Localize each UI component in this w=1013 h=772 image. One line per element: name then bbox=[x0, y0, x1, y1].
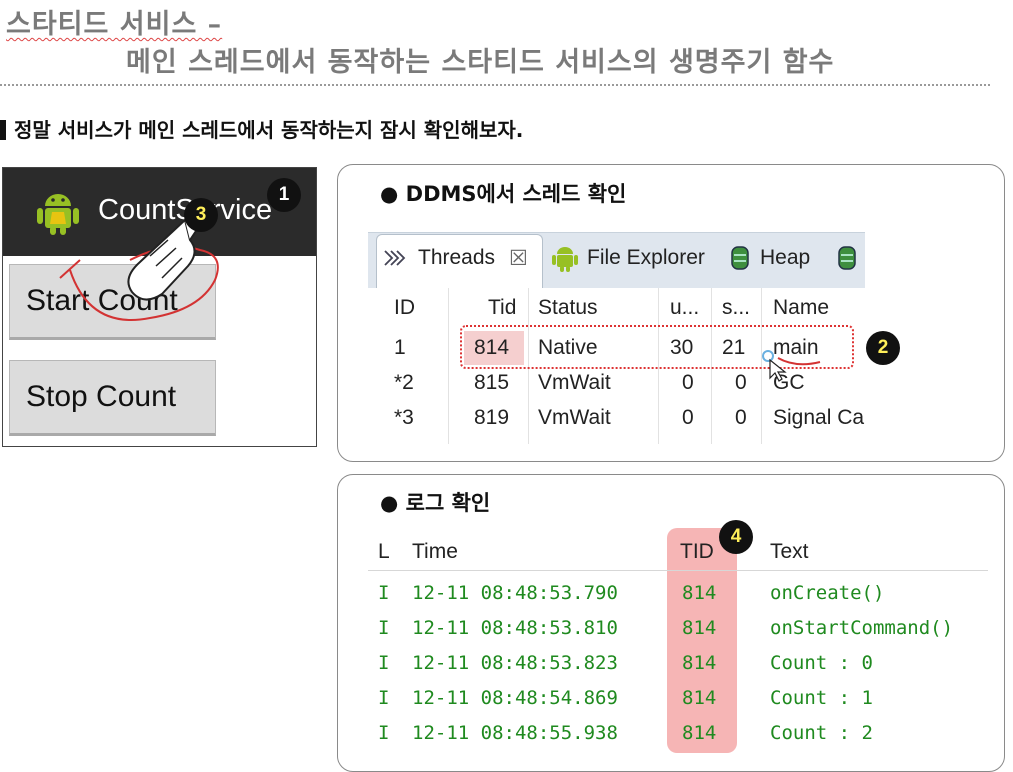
cell-stime: 0 bbox=[735, 371, 747, 394]
cell-status: VmWait bbox=[538, 406, 611, 429]
tab-threads-label: Threads bbox=[418, 246, 496, 269]
cell-status: VmWait bbox=[538, 371, 611, 394]
log-tid: 814 bbox=[682, 722, 717, 744]
tab-heap[interactable]: Heap bbox=[760, 246, 810, 270]
tab-file-explorer[interactable]: File Explorer bbox=[587, 246, 705, 270]
log-col-tid[interactable]: TID bbox=[680, 540, 714, 564]
log-tid: 814 bbox=[682, 582, 717, 604]
threads-icon bbox=[384, 250, 406, 266]
mouse-cursor-icon bbox=[762, 350, 821, 382]
step-badge-1: 1 bbox=[267, 178, 301, 212]
col-name[interactable]: Name bbox=[773, 296, 829, 320]
log-text: Count : 0 bbox=[770, 652, 873, 674]
title-divider bbox=[0, 84, 990, 86]
log-level: I bbox=[378, 722, 390, 744]
log-level: I bbox=[378, 582, 390, 604]
col-utime[interactable]: u... bbox=[670, 296, 699, 320]
col-id[interactable]: ID bbox=[394, 296, 415, 320]
cell-id: *2 bbox=[394, 371, 414, 394]
cell-stime: 0 bbox=[735, 406, 747, 429]
log-text: Count : 1 bbox=[770, 687, 873, 709]
log-time: 12-11 08:48:53.790 bbox=[412, 582, 618, 604]
log-tid: 814 bbox=[682, 652, 717, 674]
cell-utime: 0 bbox=[682, 371, 694, 394]
col-stime[interactable]: s... bbox=[722, 296, 750, 320]
step-badge-3: 3 bbox=[184, 198, 218, 232]
cell-id: 1 bbox=[394, 336, 406, 359]
step-badge-4: 4 bbox=[719, 520, 753, 554]
ddms-heading: ● DDMS에서 스레드 확인 bbox=[380, 182, 627, 206]
cell-id: *3 bbox=[394, 406, 414, 429]
tab-close-icon[interactable]: ☒ bbox=[509, 246, 528, 271]
stop-count-button[interactable]: Stop Count bbox=[9, 360, 216, 436]
log-header-divider bbox=[368, 570, 988, 571]
col-status[interactable]: Status bbox=[538, 296, 598, 320]
log-tid: 814 bbox=[682, 617, 717, 639]
log-text: onStartCommand() bbox=[770, 617, 954, 639]
slide-title-line1: 스타티드 서비스 – bbox=[6, 9, 223, 40]
log-level: I bbox=[378, 617, 390, 639]
log-col-level[interactable]: L bbox=[378, 540, 390, 564]
log-heading: ● 로그 확인 bbox=[380, 491, 491, 515]
step-badge-2: 2 bbox=[866, 331, 900, 365]
intro-sentence: 정말 서비스가 메인 스레드에서 동작하는지 잠시 확인해보자. bbox=[0, 114, 523, 143]
log-col-text[interactable]: Text bbox=[770, 540, 809, 564]
log-time: 12-11 08:48:54.869 bbox=[412, 687, 618, 709]
log-time: 12-11 08:48:53.823 bbox=[412, 652, 618, 674]
log-tid: 814 bbox=[682, 687, 717, 709]
cell-tid: 819 bbox=[474, 406, 510, 429]
log-text: Count : 2 bbox=[770, 722, 873, 744]
log-level: I bbox=[378, 652, 390, 674]
cell-tid: 815 bbox=[474, 371, 510, 394]
log-time: 12-11 08:48:55.938 bbox=[412, 722, 618, 744]
heap-icon-2 bbox=[838, 246, 856, 270]
heap-icon bbox=[731, 246, 749, 270]
log-col-time[interactable]: Time bbox=[412, 540, 458, 564]
col-tid[interactable]: Tid bbox=[488, 296, 516, 320]
log-time: 12-11 08:48:53.810 bbox=[412, 617, 618, 639]
log-level: I bbox=[378, 687, 390, 709]
file-explorer-android-icon bbox=[552, 247, 578, 272]
slide-title-line2: 메인 스레드에서 동작하는 스타티드 서비스의 생명주기 함수 bbox=[126, 47, 835, 78]
cell-utime: 0 bbox=[682, 406, 694, 429]
cell-name: Signal Ca bbox=[773, 406, 865, 429]
square-bullet-icon bbox=[0, 120, 6, 140]
log-text: onCreate() bbox=[770, 582, 885, 604]
